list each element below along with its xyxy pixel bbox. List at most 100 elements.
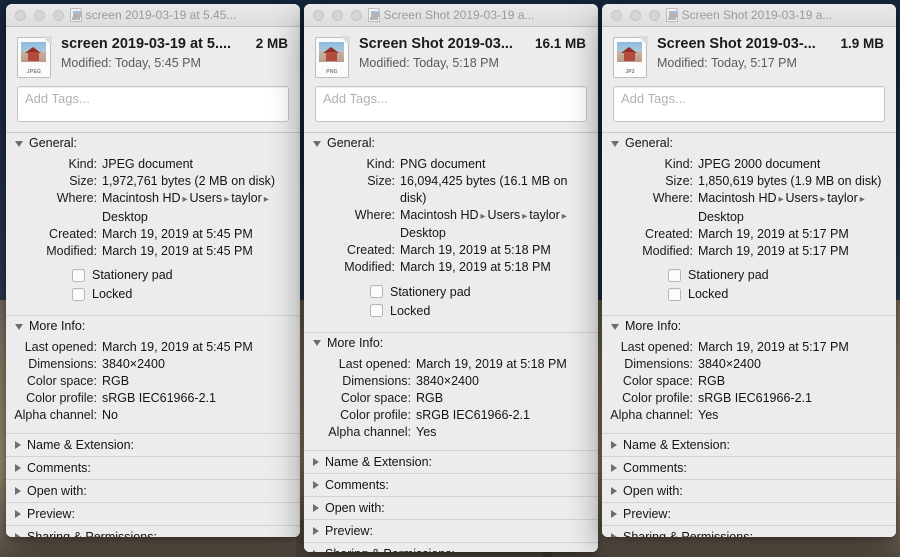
disclosure-triangle-open-icon[interactable] (611, 323, 619, 330)
close-button[interactable] (313, 9, 324, 21)
locked-label: Locked (390, 303, 431, 318)
tags-section[interactable]: Add Tags... (304, 86, 598, 132)
get-info-window-jpeg[interactable]: screen 2019-03-19 at 5.45... JPEG screen… (6, 4, 300, 537)
disclosure-triangle-closed-icon[interactable] (611, 510, 617, 518)
section-general-body: Kind: PNG document Size: 16,094,425 byte… (304, 153, 598, 332)
disclosure-triangle-open-icon[interactable] (611, 140, 619, 147)
tags-input[interactable]: Add Tags... (17, 86, 289, 122)
stationery-pad-checkbox[interactable] (72, 268, 85, 282)
section-general-header[interactable]: General: (602, 133, 896, 153)
section-sharing-permissions[interactable]: Sharing & Permissions: (6, 525, 300, 537)
label-kind: Kind: (664, 157, 694, 171)
section-preview[interactable]: Preview: (304, 518, 598, 542)
tags-section[interactable]: Add Tags... (602, 86, 896, 132)
window-controls[interactable] (15, 9, 64, 21)
section-sharing-permissions[interactable]: Sharing & Permissions: (602, 525, 896, 537)
zoom-button[interactable] (351, 9, 362, 21)
stationery-pad-row[interactable]: Stationery pad (370, 285, 588, 299)
stationery-pad-checkbox[interactable] (668, 268, 681, 282)
stationery-pad-row[interactable]: Stationery pad (668, 268, 886, 282)
section-sharing-permissions-title: Sharing & Permissions: (27, 530, 157, 537)
section-general-header[interactable]: General: (304, 133, 598, 153)
row-alpha-channel: Alpha channel: No (6, 407, 290, 424)
section-name-extension-title: Name & Extension: (325, 454, 432, 469)
minimize-button[interactable] (34, 9, 45, 21)
section-open-with[interactable]: Open with: (6, 479, 300, 502)
locked-checkbox[interactable] (668, 287, 681, 301)
stationery-pad-checkbox[interactable] (370, 285, 383, 298)
locked-checkbox[interactable] (370, 304, 383, 317)
section-name-extension[interactable]: Name & Extension: (602, 433, 896, 456)
locked-row[interactable]: Locked (668, 287, 886, 301)
disclosure-triangle-closed-icon[interactable] (313, 549, 319, 552)
stationery-pad-row[interactable]: Stationery pad (72, 268, 290, 282)
value-created: March 19, 2019 at 5:18 PM (400, 243, 551, 257)
disclosure-triangle-closed-icon[interactable] (611, 464, 617, 472)
window-controls[interactable] (313, 9, 362, 21)
section-more-info-title: More Info: (29, 319, 86, 333)
section-more-info[interactable]: More Info: Last opened: March 19, 2019 a… (602, 315, 896, 433)
zoom-button[interactable] (649, 9, 660, 21)
where-folder: Desktop (698, 209, 744, 224)
disclosure-triangle-closed-icon[interactable] (15, 533, 21, 537)
window-controls[interactable] (611, 9, 660, 21)
section-comments[interactable]: Comments: (304, 472, 598, 496)
titlebar[interactable]: Screen Shot 2019-03-19 a... (602, 4, 896, 27)
section-more-info-header[interactable]: More Info: (602, 316, 896, 336)
section-more-info[interactable]: More Info: Last opened: March 19, 2019 a… (6, 315, 300, 433)
file-icon-kind-label: JP2 (625, 69, 635, 75)
disclosure-triangle-closed-icon[interactable] (611, 533, 617, 537)
locked-label: Locked (688, 287, 729, 301)
section-general-header[interactable]: General: (6, 133, 300, 153)
disclosure-triangle-open-icon[interactable] (313, 340, 321, 346)
disclosure-triangle-closed-icon[interactable] (15, 510, 21, 518)
titlebar[interactable]: Screen Shot 2019-03-19 a... (304, 4, 598, 27)
modified-label: Modified: (657, 56, 708, 70)
locked-checkbox[interactable] (72, 287, 85, 301)
section-more-info-header[interactable]: More Info: (6, 316, 300, 336)
section-name-extension[interactable]: Name & Extension: (6, 433, 300, 456)
disclosure-triangle-closed-icon[interactable] (313, 457, 319, 466)
section-open-with[interactable]: Open with: (304, 495, 598, 519)
section-comments[interactable]: Comments: (602, 456, 896, 479)
disclosure-triangle-closed-icon[interactable] (15, 487, 21, 495)
section-sharing-permissions[interactable]: Sharing & Permissions: (304, 541, 598, 552)
label-color-profile: Color profile: (26, 391, 97, 405)
section-more-info-header[interactable]: More Info: (304, 332, 598, 353)
disclosure-triangle-open-icon[interactable] (15, 140, 23, 147)
section-preview-title: Preview: (325, 523, 373, 538)
document-icon (665, 8, 678, 22)
section-preview[interactable]: Preview: (6, 502, 300, 525)
disclosure-triangle-closed-icon[interactable] (313, 480, 319, 489)
minimize-button[interactable] (630, 9, 641, 21)
locked-row[interactable]: Locked (72, 287, 290, 301)
section-comments[interactable]: Comments: (6, 456, 300, 479)
section-general[interactable]: General: Kind: JPEG 2000 document Size: … (602, 132, 896, 315)
close-button[interactable] (15, 9, 26, 21)
disclosure-triangle-closed-icon[interactable] (313, 526, 319, 535)
disclosure-triangle-closed-icon[interactable] (611, 487, 617, 495)
disclosure-triangle-open-icon[interactable] (313, 140, 321, 147)
section-general[interactable]: General: Kind: PNG document Size: 16,094… (304, 132, 598, 332)
get-info-window-jpeg2000[interactable]: Screen Shot 2019-03-19 a... JP2 Screen S… (602, 4, 896, 537)
tags-input[interactable]: Add Tags... (613, 86, 885, 122)
zoom-button[interactable] (53, 9, 64, 21)
locked-row[interactable]: Locked (370, 304, 588, 318)
close-button[interactable] (611, 9, 622, 21)
disclosure-triangle-closed-icon[interactable] (313, 503, 319, 512)
section-general[interactable]: General: Kind: JPEG document Size: 1,972… (6, 132, 300, 315)
section-preview[interactable]: Preview: (602, 502, 896, 525)
titlebar[interactable]: screen 2019-03-19 at 5.45... (6, 4, 300, 27)
section-open-with[interactable]: Open with: (602, 479, 896, 502)
value-dimensions: 3840×2400 (416, 373, 479, 388)
tags-section[interactable]: Add Tags... (6, 86, 300, 132)
disclosure-triangle-open-icon[interactable] (15, 323, 23, 330)
section-name-extension[interactable]: Name & Extension: (304, 449, 598, 473)
disclosure-triangle-closed-icon[interactable] (15, 441, 21, 449)
tags-input[interactable]: Add Tags... (315, 86, 587, 122)
section-more-info[interactable]: More Info: Last opened: March 19, 2019 a… (304, 331, 598, 450)
disclosure-triangle-closed-icon[interactable] (611, 441, 617, 449)
minimize-button[interactable] (332, 9, 343, 21)
get-info-window-png[interactable]: Screen Shot 2019-03-19 a... PNG Screen S… (304, 4, 598, 552)
disclosure-triangle-closed-icon[interactable] (15, 464, 21, 472)
